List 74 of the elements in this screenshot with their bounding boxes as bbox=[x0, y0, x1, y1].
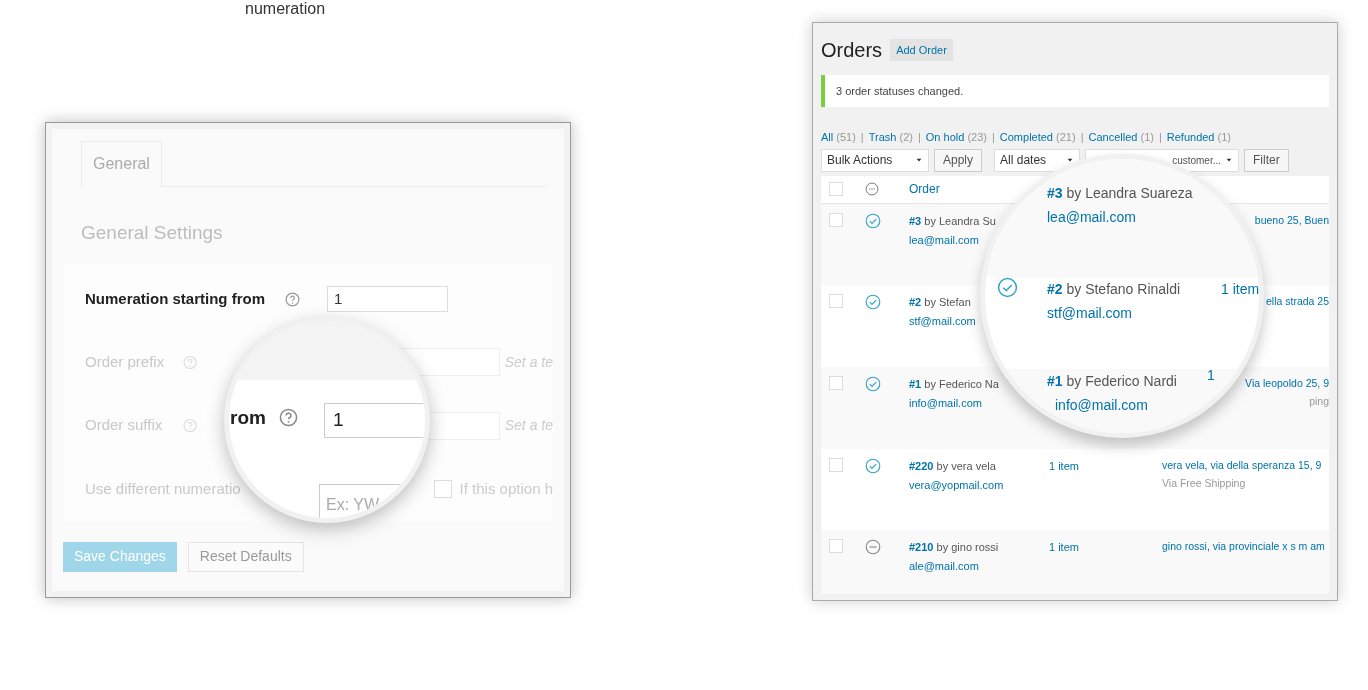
reset-button[interactable]: Reset Defaults bbox=[187, 541, 304, 572]
order-link[interactable]: #2 bbox=[909, 295, 922, 308]
shipping-method: Via Free Shipping bbox=[1162, 476, 1246, 492]
help-icon bbox=[183, 354, 198, 370]
email-link[interactable]: lea@mail.com bbox=[1047, 207, 1136, 228]
shipping-method: ping bbox=[1309, 394, 1329, 410]
checkbox[interactable] bbox=[829, 457, 843, 472]
order-title: #2 by Stefano Rinaldi bbox=[1047, 280, 1181, 299]
field-label: rom bbox=[230, 406, 266, 430]
email-link[interactable]: info@mail.com bbox=[1055, 395, 1148, 416]
items-link[interactable]: 1 item bbox=[1049, 459, 1079, 472]
ellipsis-circle-icon bbox=[865, 182, 879, 196]
order-link[interactable]: #3 bbox=[909, 214, 922, 227]
email-link[interactable]: info@mail.com bbox=[909, 395, 982, 412]
apply-button[interactable]: Apply bbox=[934, 148, 983, 172]
field-label: Numeration starting from bbox=[85, 288, 265, 309]
items-link[interactable]: 1 item bbox=[1049, 540, 1079, 553]
order-title: #3 by Leandra Suareza bbox=[1047, 184, 1193, 203]
checkbox[interactable] bbox=[433, 479, 452, 498]
separator: | bbox=[1080, 130, 1084, 145]
filter-button[interactable]: Filter bbox=[1244, 148, 1289, 172]
add-order-button[interactable]: Add Order bbox=[890, 38, 953, 62]
input-field[interactable]: 1 bbox=[324, 403, 425, 438]
caret-icon bbox=[915, 156, 923, 164]
email-link[interactable]: ale@mail.com bbox=[909, 558, 979, 575]
order-title: #2 by Stefan bbox=[909, 294, 971, 310]
order-link[interactable]: #2 bbox=[1047, 281, 1063, 297]
separator: | bbox=[991, 130, 995, 145]
filter-link[interactable]: All (51) bbox=[821, 129, 856, 146]
help-icon bbox=[279, 408, 298, 427]
order-title: #1 by Federico Nardi bbox=[1047, 372, 1177, 391]
separator: | bbox=[917, 130, 921, 145]
email-link[interactable]: vera@yopmail.com bbox=[909, 477, 1004, 494]
order-title: #210 by gino rossi bbox=[909, 539, 999, 555]
filter-link[interactable]: Refunded (1) bbox=[1166, 129, 1231, 146]
separator: | bbox=[860, 130, 864, 145]
caret-icon bbox=[1225, 156, 1234, 164]
order-title: #220 by vera vela bbox=[909, 458, 996, 474]
separator: | bbox=[1158, 130, 1162, 145]
input-field[interactable]: 1 bbox=[327, 286, 448, 313]
order-link[interactable]: #1 bbox=[1047, 373, 1063, 389]
address-link[interactable]: Via leopoldo 25, 9 bbox=[1245, 375, 1329, 392]
address-link[interactable]: ella strada 25 bbox=[1265, 293, 1329, 310]
items-link[interactable]: 1 item bbox=[1221, 279, 1259, 300]
email-link[interactable]: stf@mail.com bbox=[1047, 303, 1132, 324]
help-icon bbox=[285, 291, 300, 307]
checkbox[interactable] bbox=[829, 375, 843, 390]
section-title: General Settings bbox=[81, 221, 224, 245]
checkbox[interactable] bbox=[829, 212, 843, 227]
page-title: Orders bbox=[821, 38, 883, 63]
email-link[interactable]: stf@mail.com bbox=[909, 313, 976, 330]
checkbox[interactable] bbox=[829, 293, 843, 308]
caret-icon bbox=[1066, 156, 1075, 164]
order-link[interactable]: #220 bbox=[909, 459, 934, 472]
checkbox[interactable] bbox=[829, 182, 843, 196]
email-link[interactable]: lea@mail.com bbox=[909, 232, 979, 249]
column-header[interactable]: Order bbox=[909, 180, 940, 198]
bulk-actions-dropdown[interactable]: Bulk Actions bbox=[821, 148, 929, 172]
help-icon bbox=[183, 418, 198, 434]
filter-link[interactable]: Cancelled (1) bbox=[1088, 129, 1154, 146]
address-link[interactable]: vera vela, via della speranza 15, 9 bbox=[1162, 457, 1322, 474]
heading: numeration bbox=[245, 0, 326, 19]
date-dropdown[interactable]: All dates bbox=[994, 148, 1081, 172]
order-link[interactable]: #1 bbox=[909, 377, 922, 390]
notice-message: 3 order statuses changed. bbox=[821, 75, 1329, 107]
items-link[interactable]: 1 bbox=[1207, 365, 1215, 386]
filter-link[interactable]: Completed (21) bbox=[999, 129, 1076, 146]
filter-link[interactable]: On hold (23) bbox=[925, 129, 987, 146]
order-link[interactable]: #3 bbox=[1047, 185, 1063, 201]
address-link[interactable]: gino rossi, via provinciale x s m am bbox=[1162, 538, 1325, 555]
checkbox[interactable] bbox=[829, 538, 843, 553]
order-link[interactable]: #210 bbox=[909, 540, 934, 553]
filter-link[interactable]: Trash (2) bbox=[868, 129, 913, 146]
address-link[interactable]: bueno 25, Buen bbox=[1254, 212, 1329, 229]
